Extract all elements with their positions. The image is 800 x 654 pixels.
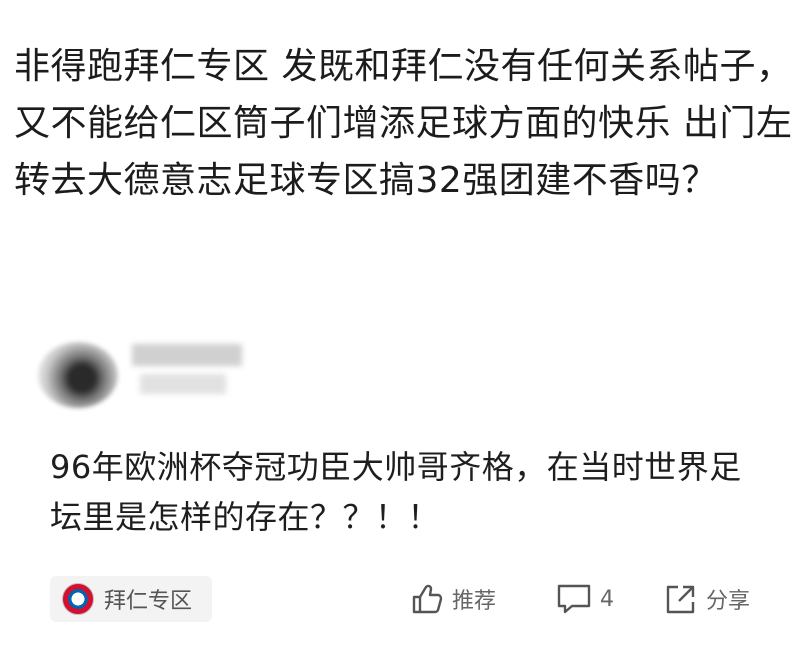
share-button[interactable]: 分享 bbox=[664, 582, 750, 616]
comment-button[interactable]: 4 bbox=[556, 582, 614, 616]
zone-label: 拜仁专区 bbox=[104, 589, 193, 614]
thumbs-up-icon bbox=[412, 584, 443, 614]
blurred-username bbox=[128, 340, 250, 402]
comment-bubble-icon bbox=[557, 584, 591, 614]
recommend-label: 推荐 bbox=[452, 589, 497, 614]
share-label: 分享 bbox=[706, 589, 751, 614]
bayern-logo-icon bbox=[62, 583, 94, 615]
reply-comment-text: 非得跑拜仁专区 发既和拜仁没有任何关系帖子，又不能给仁区筒子们增添足球方面的快乐… bbox=[14, 46, 793, 201]
post-title[interactable]: 96年欧洲杯夺冠功臣大帅哥齐格，在当时世界足坛里是怎样的存在？？！！ bbox=[50, 442, 750, 542]
zone-tag[interactable]: 拜仁专区 bbox=[50, 576, 212, 622]
comment-count: 4 bbox=[600, 586, 614, 612]
post-action-bar: 拜仁专区 推荐 4 分享 bbox=[0, 576, 800, 626]
quoted-post-card[interactable]: 96年欧洲杯夺冠功臣大帅哥齐格，在当时世界足坛里是怎样的存在？？！！ 拜仁专区 … bbox=[0, 300, 800, 654]
recommend-button[interactable]: 推荐 bbox=[410, 582, 496, 616]
share-arrow-icon bbox=[666, 585, 695, 614]
avatar[interactable] bbox=[38, 342, 118, 408]
